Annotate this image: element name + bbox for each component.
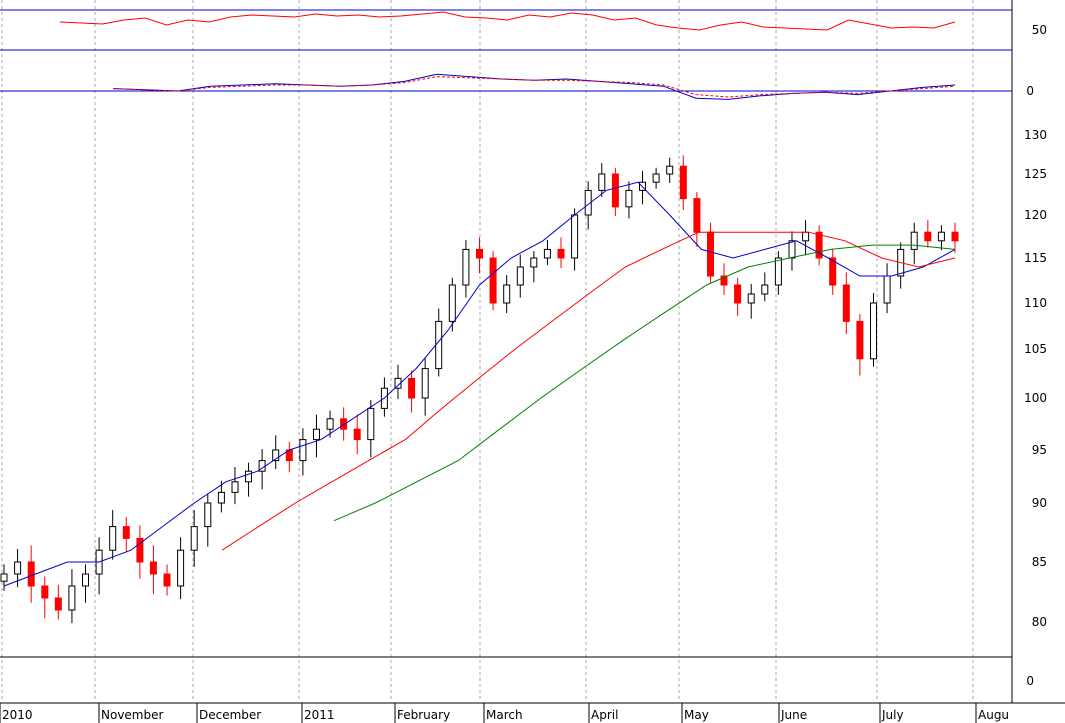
candle-body	[856, 320, 864, 360]
candle-body	[503, 284, 511, 304]
candle-body	[557, 248, 565, 259]
candle-body	[82, 573, 89, 587]
price-tick-label: 90	[1032, 496, 1047, 510]
candle-body	[122, 526, 130, 539]
candle-body	[299, 439, 307, 462]
stock-chart: 50 0 80 85 90 95 100 105 110 115 120 125 130 0 2010 Nov…	[0, 0, 1065, 723]
candle-body	[870, 302, 877, 360]
candle-body	[734, 284, 742, 304]
price-tick-label: 125	[1024, 167, 1047, 181]
price-tick-label: 130	[1024, 128, 1047, 142]
candlestick	[870, 293, 877, 367]
candle-body	[68, 585, 76, 611]
candle-body	[14, 561, 22, 575]
candle-body	[149, 561, 157, 575]
candle-body	[326, 418, 334, 430]
candle-body	[27, 561, 35, 587]
candle-body	[421, 368, 429, 399]
candle-body	[353, 428, 361, 441]
price-tick-label: 115	[1024, 251, 1047, 265]
candle-body	[489, 257, 497, 304]
candle-body	[217, 491, 225, 504]
candle-body	[41, 585, 49, 599]
candle-body	[571, 214, 579, 259]
candle-body	[516, 266, 524, 286]
candle-body	[788, 240, 796, 259]
time-axis-label: June	[780, 708, 807, 722]
candle-body	[530, 257, 538, 268]
time-axis-label: November	[101, 708, 163, 722]
time-axis-label: May	[684, 708, 709, 722]
candle-body	[693, 198, 701, 233]
time-axis-label: March	[486, 708, 523, 722]
candle-body	[0, 573, 8, 582]
volume-tick-label: 0	[1026, 674, 1034, 688]
time-axis-label: 2010	[2, 708, 33, 722]
candle-body	[204, 502, 212, 528]
price-tick-label: 105	[1024, 342, 1047, 356]
price-tick-label: 80	[1032, 615, 1047, 629]
candle-body	[476, 248, 483, 259]
candle-body	[245, 470, 252, 483]
price-tick-label: 85	[1032, 555, 1047, 569]
time-axis-label: February	[397, 708, 450, 722]
candle-body	[190, 526, 198, 551]
candle-body	[367, 407, 375, 441]
candle-body	[435, 320, 443, 370]
candle-body	[625, 189, 633, 208]
time-axis-label: 2011	[304, 708, 335, 722]
candle-body	[54, 597, 62, 611]
candle-body	[679, 165, 687, 200]
osc2-tick-label: 0	[1026, 84, 1034, 98]
time-axis-label: July	[881, 708, 904, 722]
candlestick	[489, 251, 497, 311]
candle-body	[707, 231, 714, 277]
candle-body	[611, 173, 619, 208]
price-tick-label: 100	[1024, 391, 1047, 405]
candle-body	[598, 173, 606, 191]
candle-body	[774, 257, 782, 286]
candle-body	[408, 377, 416, 399]
candle-body	[937, 231, 945, 242]
candle-body	[543, 248, 551, 259]
candle-body	[924, 231, 932, 242]
candle-body	[951, 231, 959, 242]
candle-body	[761, 284, 769, 295]
price-tick-label: 95	[1032, 443, 1047, 457]
candle-body	[666, 165, 674, 175]
candle-body	[340, 418, 348, 430]
candle-body	[109, 526, 117, 551]
candle-body	[177, 549, 185, 587]
candle-body	[448, 284, 456, 322]
time-axis-label: Augu	[978, 708, 1009, 722]
time-axis-label: December	[199, 708, 261, 722]
candle-body	[163, 573, 171, 587]
candle-body	[842, 284, 850, 322]
candle-body	[313, 428, 320, 441]
candle-body	[231, 481, 239, 493]
candle-body	[802, 231, 810, 242]
price-tick-label: 120	[1024, 208, 1047, 222]
candle-body	[883, 275, 891, 304]
candle-body	[652, 173, 660, 183]
candle-body	[910, 231, 918, 250]
osc1-tick-label: 50	[1032, 23, 1047, 37]
candle-body	[462, 248, 470, 286]
time-axis-label: April	[591, 708, 618, 722]
candle-body	[747, 293, 755, 304]
price-tick-label: 110	[1024, 296, 1047, 310]
